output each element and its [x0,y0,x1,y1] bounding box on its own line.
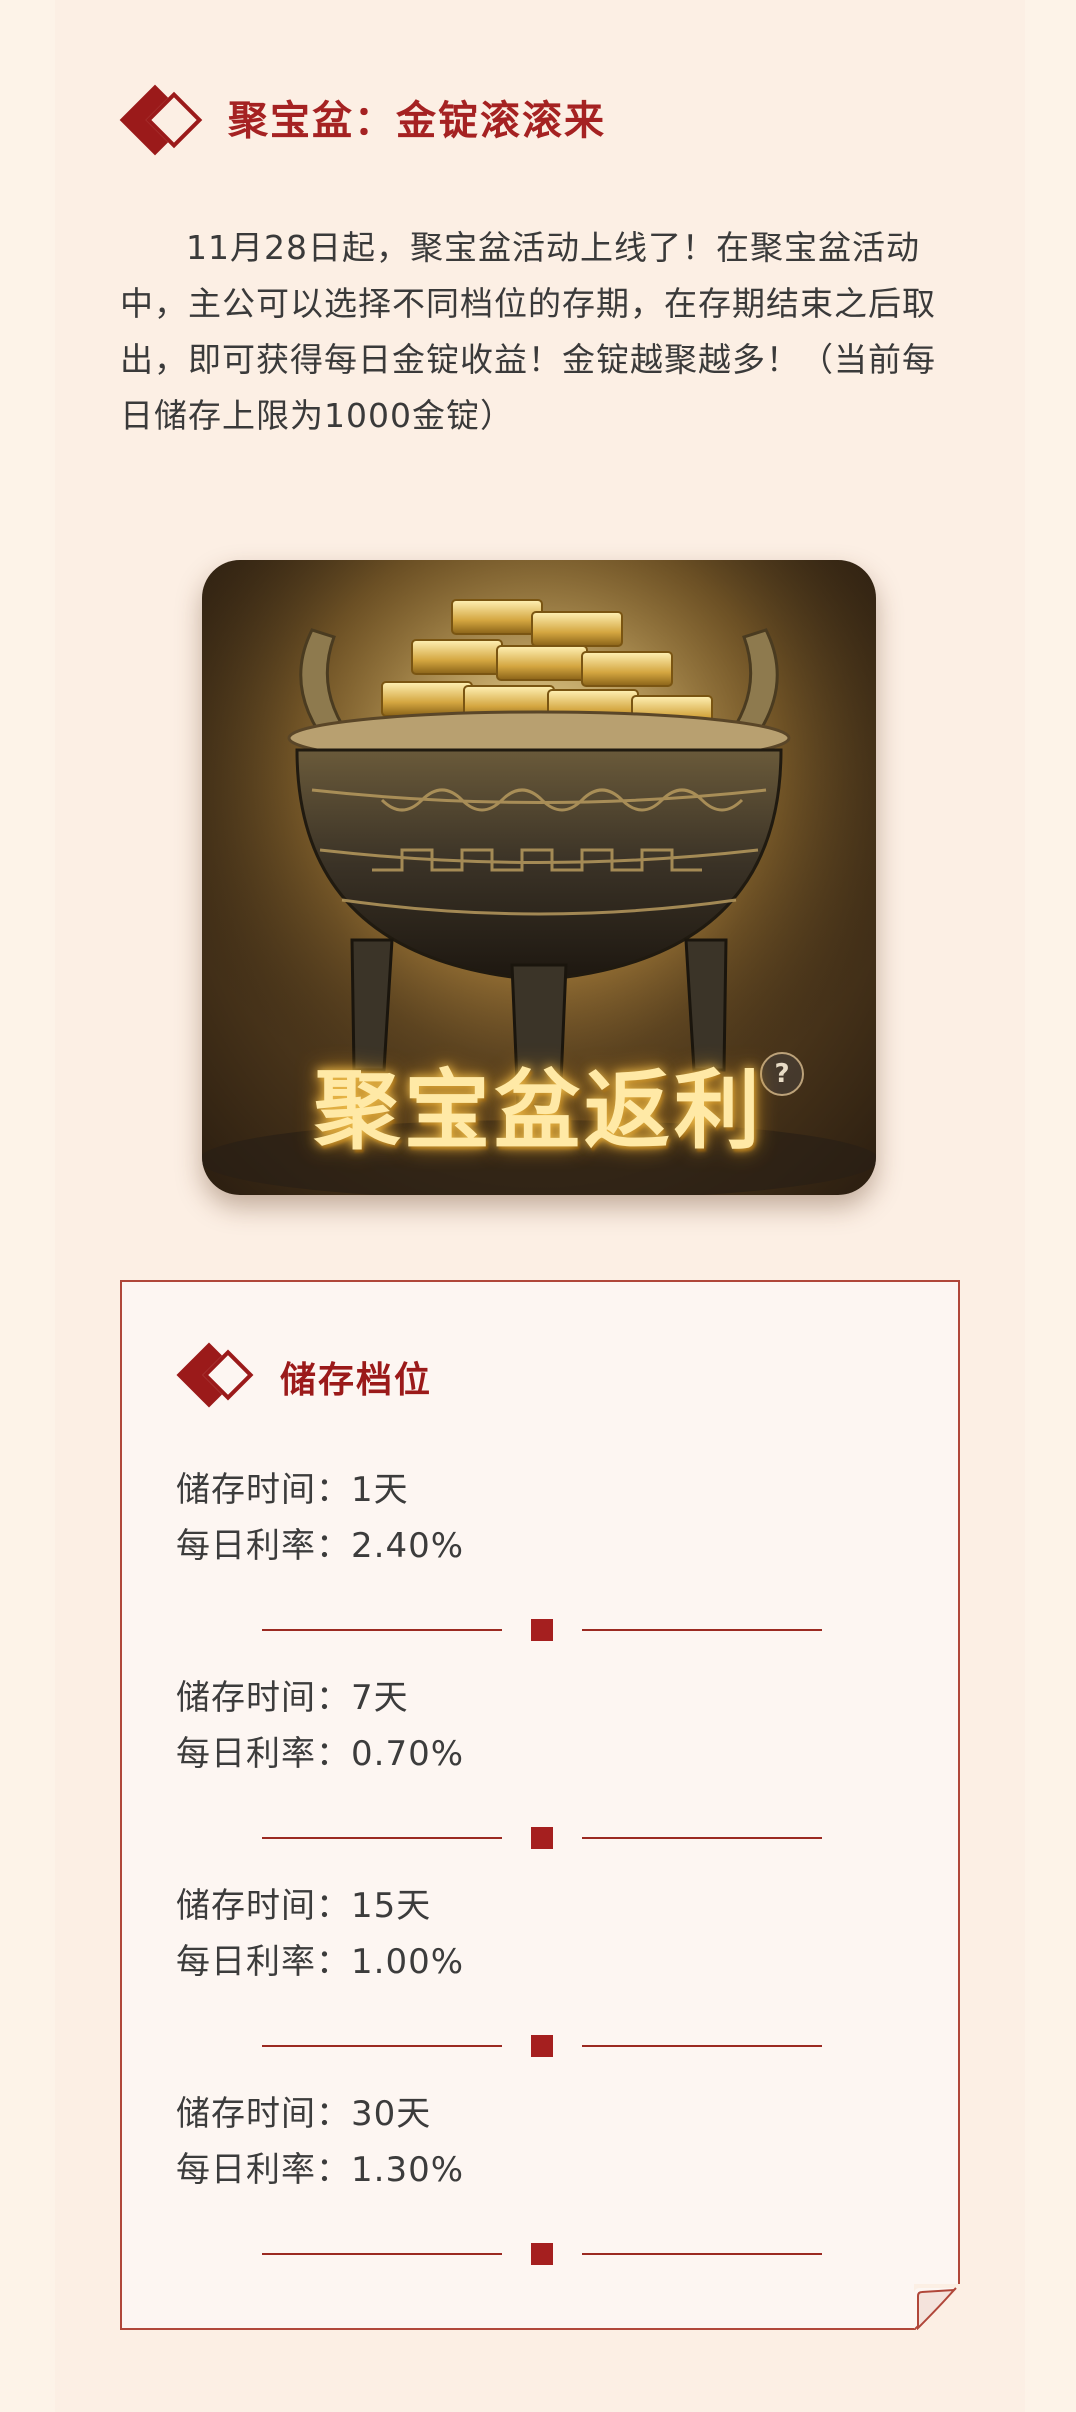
tier-rate: 每日利率：1.30% [176,2150,465,2190]
tier-rate: 每日利率：0.70% [176,1734,465,1774]
tier-item: 储存时间：30天 每日利率：1.30% [176,2086,876,2198]
intro-paragraph: 11月28日起，聚宝盆活动上线了！在聚宝盆活动中，主公可以选择不同档位的存期，在… [120,228,936,435]
double-diamond-icon [176,1342,272,1412]
tier-item: 储存时间：7天 每日利率：0.70% [176,1670,876,1782]
card-header: 储存档位 [176,1342,433,1412]
tier-item: 储存时间：1天 每日利率：2.40% [176,1462,876,1574]
tier-duration: 储存时间：1天 [176,1470,409,1510]
divider [262,1826,822,1850]
banner-caption: 聚宝盆返利 [314,1060,764,1161]
tier-duration: 储存时间：30天 [176,2094,432,2134]
divider [262,2034,822,2058]
banner-image[interactable]: ? 聚宝盆返利 [202,560,876,1195]
divider [262,1618,822,1642]
storage-tier-card: 储存档位 储存时间：1天 每日利率：2.40% 储存时间：7天 每日利率：0.7… [120,1280,960,2330]
tier-rate: 每日利率：2.40% [176,1526,465,1566]
double-diamond-icon [119,84,214,156]
tier-rate: 每日利率：1.00% [176,1942,465,1982]
tier-item: 储存时间：15天 每日利率：1.00% [176,1878,876,1990]
page-curl-icon [914,2284,960,2330]
divider [262,2242,822,2266]
page: 聚宝盆：金锭滚滚来 11月28日起，聚宝盆活动上线了！在聚宝盆活动中，主公可以选… [0,0,1076,2412]
section-title: 聚宝盆：金锭滚滚来 [228,98,606,144]
tier-duration: 储存时间：7天 [176,1678,409,1718]
tier-duration: 储存时间：15天 [176,1886,432,1926]
section-header: 聚宝盆：金锭滚滚来 [119,84,606,156]
card-title: 储存档位 [280,1360,433,1401]
